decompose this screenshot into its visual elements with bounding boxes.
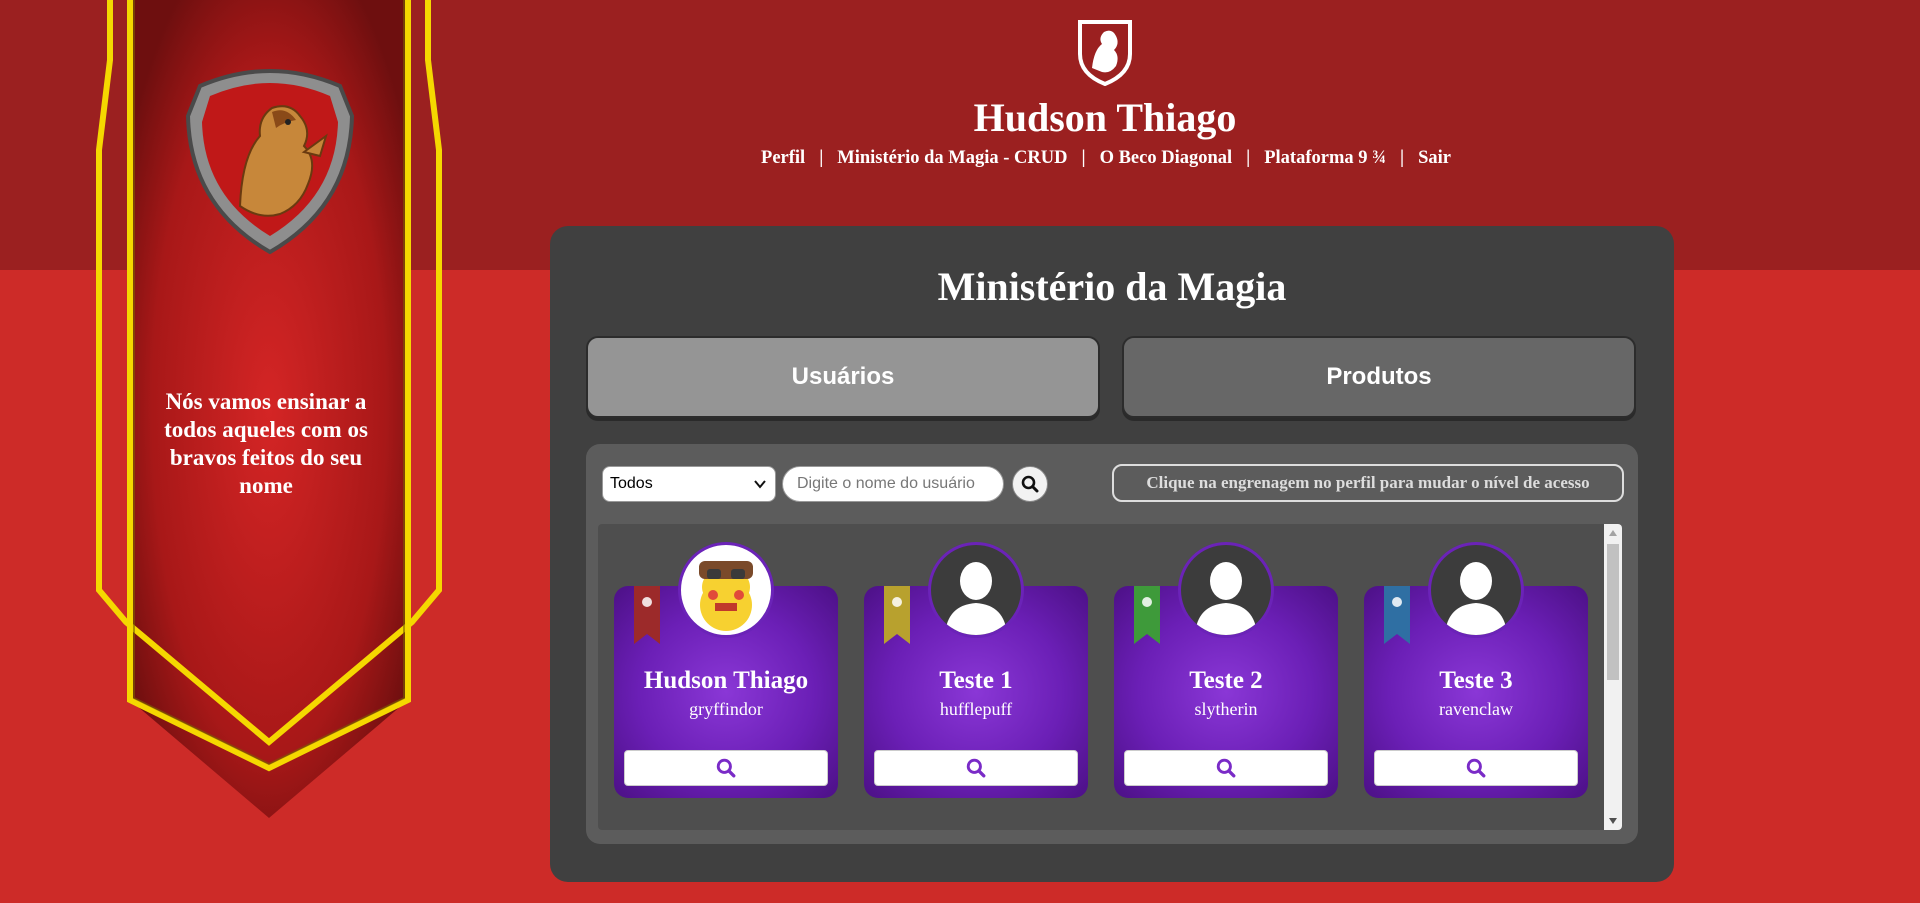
user-card-name: Teste 3 (1439, 667, 1513, 694)
lion-shield-logo-icon[interactable] (1076, 16, 1134, 86)
user-card: Hudson Thiago gryffindor (614, 542, 838, 798)
search-icon (966, 758, 986, 778)
user-card: Teste 2 slytherin (1114, 542, 1338, 798)
default-user-icon (1195, 562, 1257, 635)
house-banner: Nós vamos ensinar a todos aqueles com os… (96, 0, 442, 820)
nav-perfil[interactable]: Perfil (761, 148, 805, 169)
pikachu-avatar-icon (699, 561, 753, 631)
nav-sair[interactable]: Sair (1418, 148, 1451, 169)
user-card-house: hufflepuff (939, 699, 1013, 719)
nav-plataforma[interactable]: Plataforma 9 ¾ (1264, 148, 1386, 169)
nav-separator: | (1246, 148, 1251, 168)
tab-usuarios[interactable]: Usuários (586, 336, 1100, 418)
search-icon (1216, 758, 1236, 778)
house-ribbon-icon (1134, 586, 1160, 644)
user-card: Teste 1 hufflepuff (864, 542, 1088, 798)
view-user-button[interactable] (1374, 750, 1578, 786)
ministry-panel: Ministério da Magia Usuários Produtos To… (550, 226, 1674, 882)
user-card: Teste 3 ravenclaw (1364, 542, 1588, 798)
user-search-input[interactable] (782, 466, 1004, 502)
house-filter-value: Todos (610, 475, 653, 492)
nav-separator: | (1400, 148, 1405, 168)
scroll-up-arrow-icon[interactable] (1608, 528, 1618, 538)
chevron-down-icon (754, 480, 766, 489)
users-section: Todos Clique na engrenagem no perfil par… (586, 444, 1638, 844)
user-card-house: slytherin (1194, 699, 1258, 719)
user-cards-list: Hudson Thiago gryffindor Teste 1 hufflep… (598, 524, 1622, 830)
default-user-icon (945, 562, 1007, 635)
nav-separator: | (1081, 148, 1086, 168)
view-user-button[interactable] (624, 750, 828, 786)
avatar (1178, 542, 1274, 638)
house-ribbon-icon (1384, 586, 1410, 644)
search-icon (716, 758, 736, 778)
search-icon (1021, 475, 1039, 493)
user-card-name: Hudson Thiago (643, 667, 809, 694)
avatar (678, 542, 774, 638)
house-ribbon-icon (884, 586, 910, 644)
tab-produtos[interactable]: Produtos (1122, 336, 1636, 418)
scrollbar-thumb[interactable] (1607, 544, 1619, 680)
search-button[interactable] (1012, 466, 1048, 502)
user-card-name: Teste 2 (1189, 667, 1263, 694)
nav-ministerio-crud[interactable]: Ministério da Magia - CRUD (837, 148, 1067, 169)
default-user-icon (1445, 562, 1507, 635)
nav-separator: | (819, 148, 824, 168)
avatar (1428, 542, 1524, 638)
main-nav: Perfil | Ministério da Magia - CRUD | O … (700, 148, 1512, 169)
panel-title: Ministério da Magia (937, 264, 1287, 309)
house-filter-select[interactable]: Todos (602, 466, 776, 502)
view-user-button[interactable] (874, 750, 1078, 786)
header-user-name: Hudson Thiago (973, 95, 1237, 140)
user-card-house: ravenclaw (1439, 699, 1513, 719)
view-user-button[interactable] (1124, 750, 1328, 786)
user-card-house: gryffindor (689, 699, 763, 719)
access-level-hint: Clique na engrenagem no perfil para muda… (1112, 464, 1624, 502)
scroll-down-arrow-icon[interactable] (1608, 816, 1618, 826)
house-ribbon-icon (634, 586, 660, 644)
avatar (928, 542, 1024, 638)
gryffindor-crest-icon (185, 69, 355, 255)
cards-scrollbar[interactable] (1604, 524, 1622, 830)
user-card-name: Teste 1 (939, 667, 1013, 694)
banner-motto: Nós vamos ensinar a todos aqueles com os… (164, 389, 368, 498)
nav-beco-diagonal[interactable]: O Beco Diagonal (1100, 148, 1233, 169)
search-icon (1466, 758, 1486, 778)
